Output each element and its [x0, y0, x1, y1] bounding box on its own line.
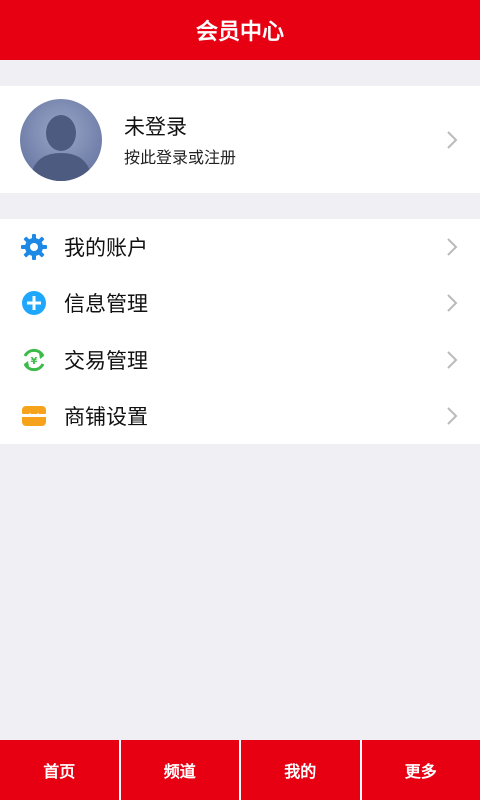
- menu-item-transaction-management[interactable]: ¥ 交易管理: [0, 332, 480, 388]
- page-header: 会员中心: [0, 0, 480, 60]
- chevron-right-icon: [436, 400, 468, 432]
- svg-text:¥: ¥: [31, 356, 38, 367]
- tab-more[interactable]: 更多: [361, 740, 480, 800]
- menu-item-store-settings[interactable]: 商铺设置: [0, 388, 480, 444]
- menu-item-label: 我的账户: [64, 236, 148, 261]
- menu-item-label: 信息管理: [64, 292, 148, 317]
- gear-icon: [20, 233, 48, 261]
- login-register-link[interactable]: 按此登录或注册: [124, 148, 436, 168]
- menu-item-label: 交易管理: [64, 348, 148, 373]
- avatar: [20, 98, 102, 181]
- person-silhouette-icon: [30, 114, 92, 181]
- yuan-exchange-icon: ¥: [20, 346, 48, 374]
- menu-list: 我的账户 信息管理 ¥ 交易管理 商铺设置: [0, 219, 480, 444]
- profile-card[interactable]: 未登录 按此登录或注册: [0, 86, 480, 193]
- menu-item-my-account[interactable]: 我的账户: [0, 219, 480, 275]
- menu-item-info-management[interactable]: 信息管理: [0, 275, 480, 331]
- profile-text: 未登录 按此登录或注册: [124, 112, 436, 168]
- tab-home[interactable]: 首页: [0, 740, 121, 800]
- chevron-right-icon: [436, 287, 468, 319]
- tab-channel[interactable]: 频道: [120, 740, 241, 800]
- page-title: 会员中心: [195, 20, 284, 45]
- bottom-tab-bar: 首页 频道 我的 更多: [0, 740, 480, 800]
- tab-mine[interactable]: 我的: [241, 740, 362, 800]
- profile-name: 未登录: [124, 114, 187, 139]
- chevron-right-icon: [436, 124, 468, 156]
- plus-circle-icon: [20, 289, 48, 317]
- chevron-right-icon: [436, 231, 468, 263]
- chevron-right-icon: [436, 344, 468, 376]
- store-icon: [20, 402, 48, 430]
- menu-item-label: 商铺设置: [64, 404, 148, 429]
